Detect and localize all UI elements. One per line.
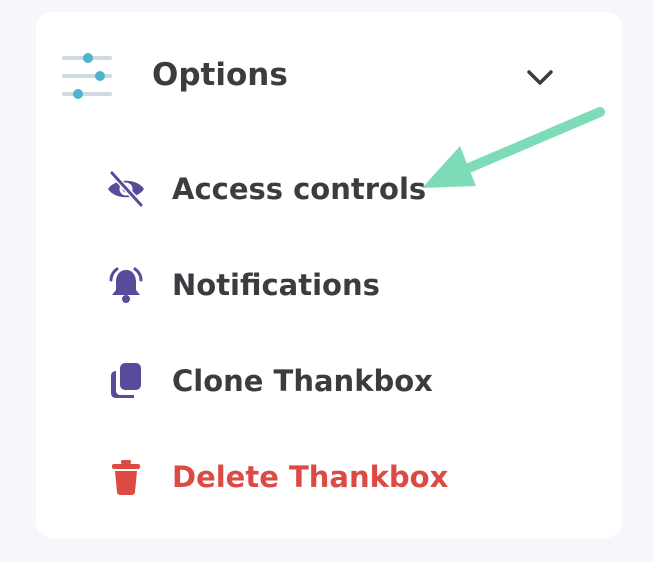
menu-item-delete-thankbox[interactable]: Delete Thankbox [96, 446, 516, 506]
options-card: Options Access controls Notifications Cl… [36, 12, 622, 538]
menu-item-label: Notifications [172, 268, 380, 302]
menu-item-notifications[interactable]: Notifications [96, 254, 516, 314]
chevron-down-icon[interactable] [524, 66, 556, 90]
menu-item-label: Access controls [172, 172, 427, 206]
bell-ringing-icon [109, 267, 143, 303]
menu-item-access-controls[interactable]: Access controls [96, 158, 516, 218]
sliders-icon [62, 53, 112, 99]
options-header[interactable]: Options [36, 12, 622, 140]
trash-icon [112, 460, 140, 495]
eye-slash-icon [108, 170, 144, 208]
menu-item-label: Delete Thankbox [172, 460, 449, 494]
copy-icon [111, 363, 141, 398]
options-title: Options [152, 57, 288, 93]
menu-item-label: Clone Thankbox [172, 364, 433, 398]
menu-item-clone-thankbox[interactable]: Clone Thankbox [96, 350, 516, 410]
